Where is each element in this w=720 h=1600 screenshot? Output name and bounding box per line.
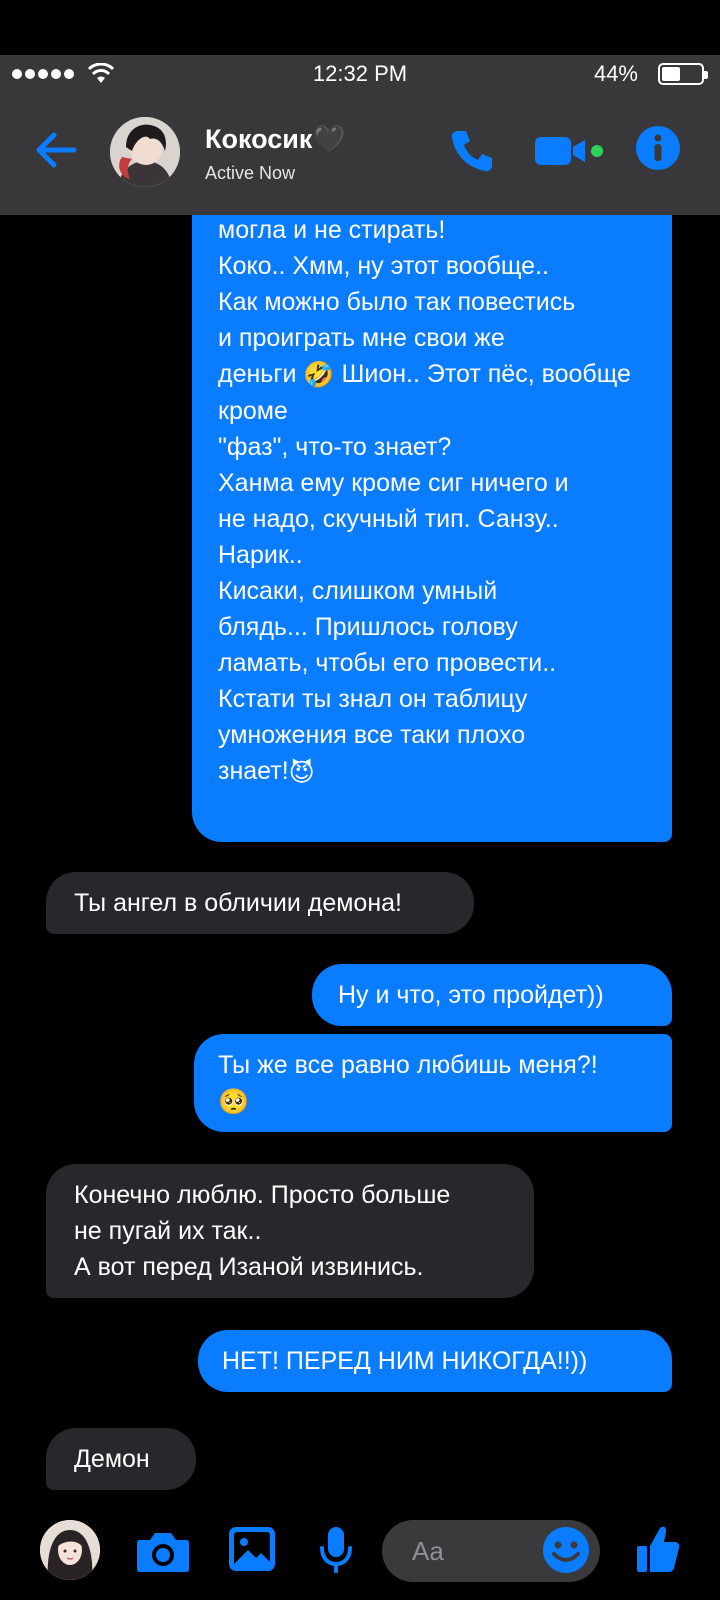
battery-percentage: 44% (593, 61, 638, 86)
message-text: Ну и что, это пройдет)) (338, 981, 604, 1009)
message-text: Ты ангел в обличии демона! (74, 889, 402, 917)
contact-status: Active Now (205, 163, 296, 183)
message-bubble-incoming[interactable]: Ты ангел в обличии демона! (46, 872, 474, 934)
battery-icon (658, 63, 708, 85)
message-text: Конечно люблю. Просто больше не пугай их… (74, 1181, 451, 1281)
message-text: Шион.. Этот пёс, вообще кроме "фаз", что… (218, 360, 631, 786)
pleading-face-emoji: 🥺 (218, 1088, 250, 1117)
back-arrow-icon[interactable] (30, 125, 84, 175)
info-icon[interactable] (635, 125, 681, 171)
contact-name: Кокосик🖤 (205, 124, 347, 154)
top-strip (0, 0, 720, 55)
smiley-icon[interactable] (542, 1526, 590, 1574)
message-bubble-outgoing[interactable]: НЕТ! ПЕРЕД НИМ НИКОГДА!!)) (198, 1330, 672, 1392)
smiling-devil-emoji: 😈 (288, 758, 315, 787)
image-icon[interactable] (228, 1526, 276, 1572)
message-input-placeholder: Aa (412, 1536, 444, 1566)
message-text: НЕТ! ПЕРЕД НИМ НИКОГДА!!)) (222, 1347, 588, 1375)
composer-bar: Aa (0, 1500, 720, 1600)
microphone-icon[interactable] (318, 1526, 354, 1576)
message-bubble-incoming[interactable]: Конечно люблю. Просто больше не пугай их… (46, 1164, 534, 1298)
message-text: Ты же все равно любишь меня?! (218, 1051, 598, 1079)
message-bubble-outgoing[interactable]: могла и не стирать! Коко.. Хмм, ну этот … (192, 170, 672, 842)
camera-icon[interactable] (136, 1528, 190, 1574)
conversation-header: 12:32 PM 44% Кокосик🖤 Active Now (0, 55, 720, 215)
message-bubble-outgoing[interactable]: Ты же все равно любишь меня?! 🥺 (194, 1034, 672, 1132)
contact-avatar[interactable] (110, 117, 180, 187)
my-avatar[interactable] (40, 1520, 100, 1580)
message-bubble-outgoing[interactable]: Ну и что, это пройдет)) (312, 964, 672, 1026)
video-camera-icon[interactable] (535, 133, 607, 169)
thumbs-up-icon[interactable] (636, 1524, 680, 1574)
status-bar: 12:32 PM 44% (0, 55, 720, 95)
phone-icon[interactable] (448, 127, 496, 175)
rofl-emoji: 🤣 (303, 361, 335, 390)
message-text: Демон (74, 1445, 150, 1473)
message-bubble-incoming[interactable]: Демон (46, 1428, 196, 1490)
